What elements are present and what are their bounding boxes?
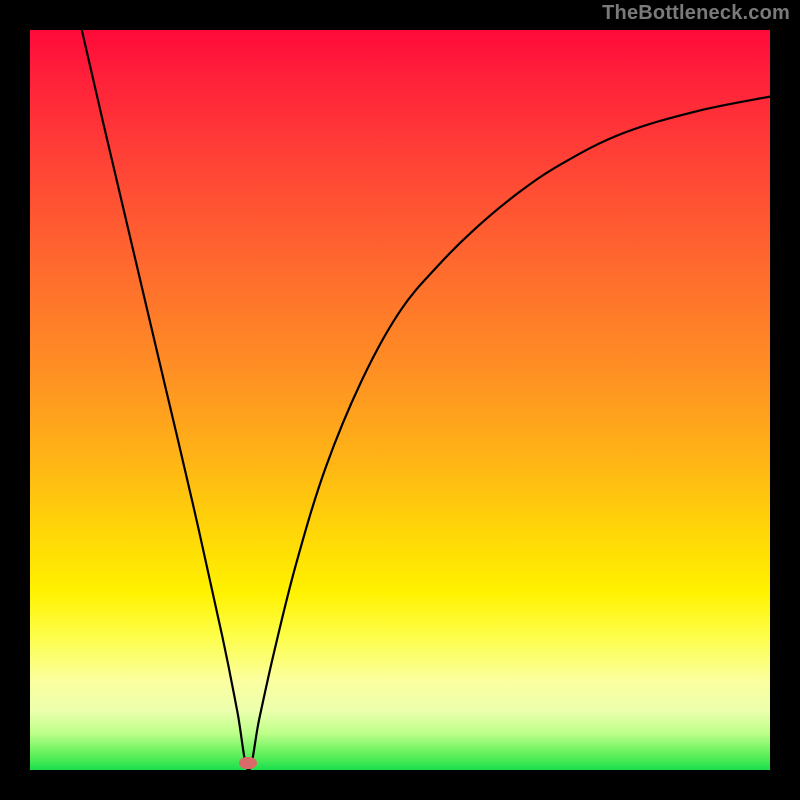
curve-svg — [30, 30, 770, 770]
bottleneck-curve — [82, 30, 770, 770]
plot-area — [30, 30, 770, 770]
watermark-text: TheBottleneck.com — [602, 2, 790, 25]
chart-frame: TheBottleneck.com — [0, 0, 800, 800]
minimum-marker — [239, 757, 257, 769]
